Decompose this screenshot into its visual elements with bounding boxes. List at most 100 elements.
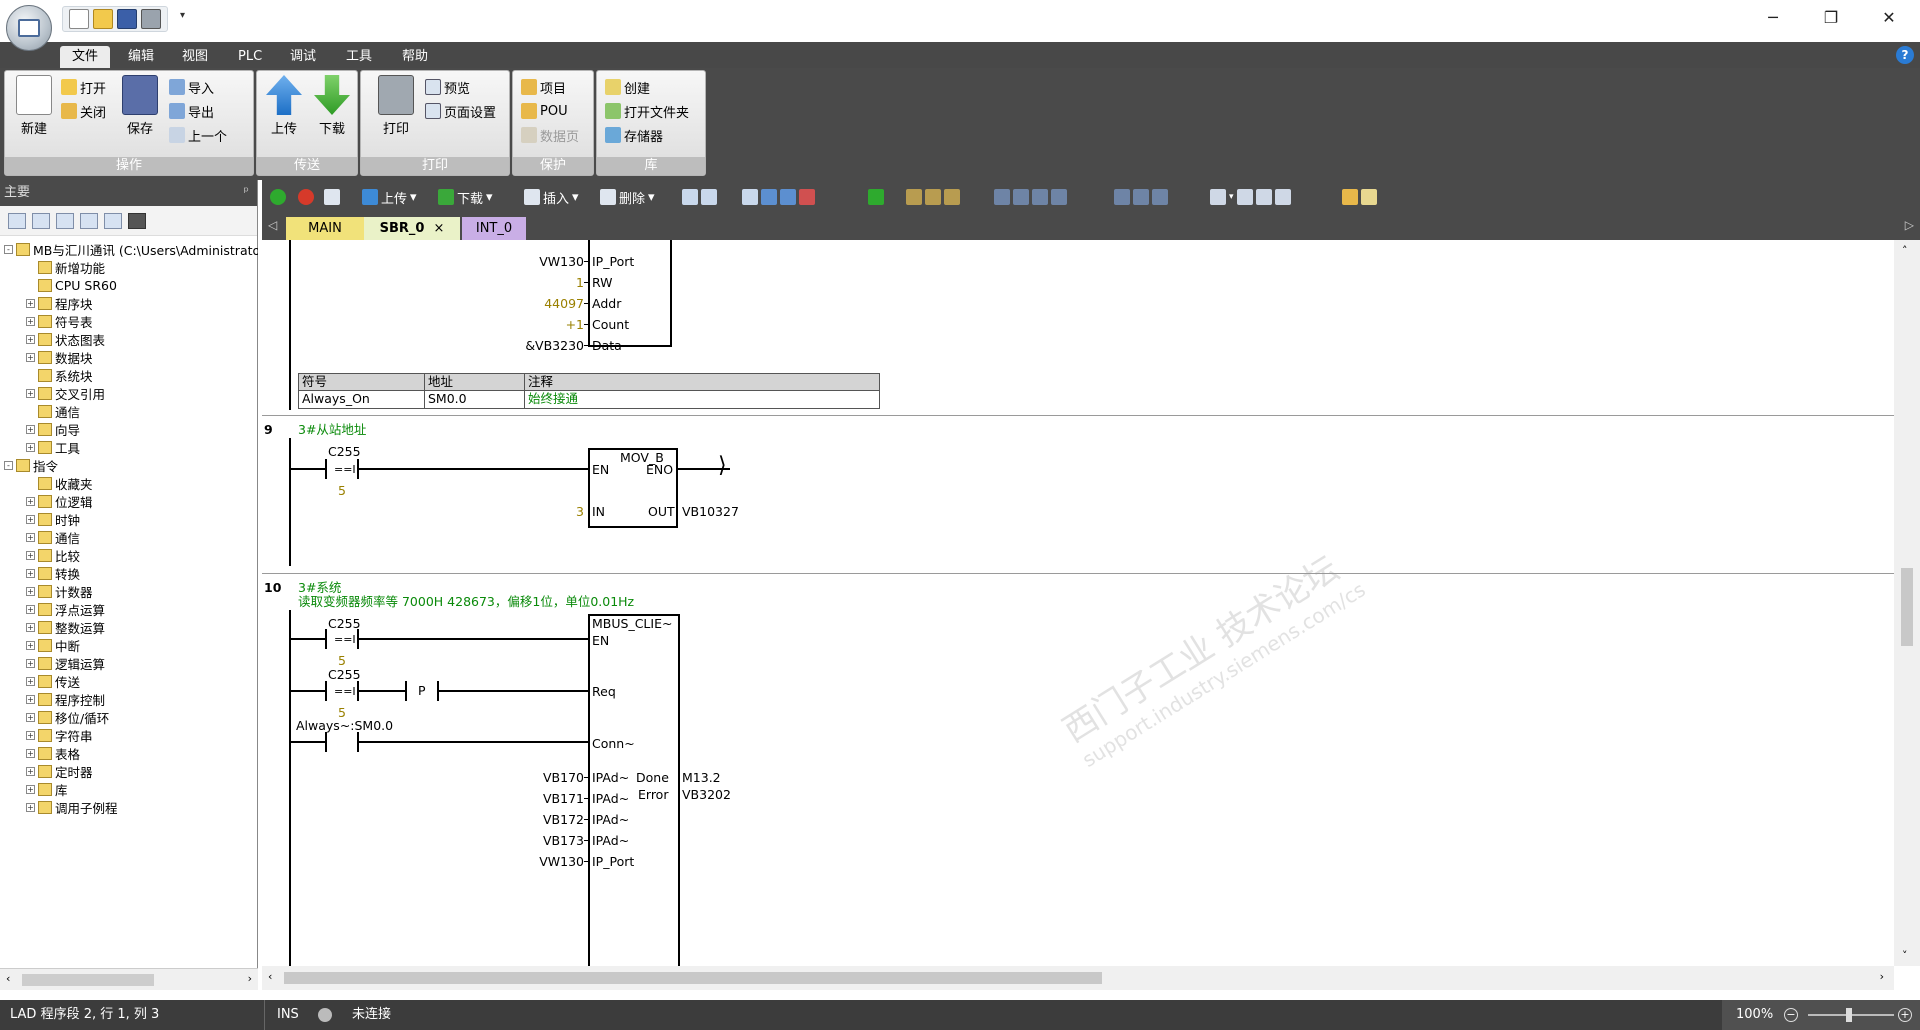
save-icon[interactable] — [117, 9, 137, 29]
horizontal-scrollbar[interactable]: ‹ › — [262, 966, 1894, 990]
tab-main[interactable]: MAIN — [286, 217, 364, 240]
tree-item[interactable]: + 时钟 — [26, 510, 80, 528]
tree-item[interactable]: 新增功能 — [26, 258, 105, 276]
menu-view[interactable]: 视图 — [170, 46, 220, 68]
input-value[interactable]: VB171 — [543, 791, 584, 806]
expand-toggle-icon[interactable]: + — [26, 784, 35, 794]
tree-item[interactable]: + 转换 — [26, 564, 80, 582]
tree-item[interactable]: + 程序控制 — [26, 690, 105, 708]
editor-upload-button[interactable]: 上传 ▾ — [362, 188, 417, 207]
pin-value[interactable]: 1 — [576, 275, 584, 290]
scroll-up-arrow-icon[interactable]: ˄ — [1902, 244, 1908, 257]
input-value[interactable]: VB172 — [543, 812, 584, 827]
menu-edit[interactable]: 编辑 — [116, 46, 166, 68]
network-10-comment[interactable]: 3#系统 — [298, 580, 341, 595]
tree-item[interactable]: - MB与汇川通讯 (C:\Users\Administrato — [4, 240, 258, 258]
tab-sbr0[interactable]: SBR_0 × — [364, 217, 460, 240]
tree-item[interactable]: + 计数器 — [26, 582, 93, 600]
expand-toggle-icon[interactable]: + — [26, 586, 35, 596]
minimize-button[interactable]: ─ — [1744, 0, 1802, 34]
view-icon-5[interactable] — [104, 212, 122, 229]
tree-item[interactable]: 通信 — [26, 402, 80, 420]
view-icon-3[interactable] — [56, 212, 74, 229]
tree-item[interactable]: 系统块 — [26, 366, 93, 384]
goto-button[interactable] — [868, 188, 884, 206]
tree-item[interactable]: + 字符串 — [26, 726, 93, 744]
tree-item[interactable]: - 指令 — [4, 456, 58, 474]
expand-toggle-icon[interactable]: + — [26, 442, 35, 452]
tree-item[interactable]: + 表格 — [26, 744, 80, 762]
out-value[interactable]: VB10327 — [682, 504, 739, 519]
expand-toggle-icon[interactable]: + — [26, 514, 35, 524]
compare-value[interactable]: 5 — [338, 653, 346, 668]
expand-toggle-icon[interactable]: - — [4, 460, 13, 470]
expand-toggle-icon[interactable]: - — [4, 244, 13, 254]
view-icon-4[interactable] — [80, 212, 98, 229]
compile-button[interactable] — [324, 188, 340, 206]
delete-button[interactable]: 删除 ▾ — [600, 188, 655, 207]
positive-edge-contact[interactable]: P — [418, 683, 426, 698]
tree-item[interactable]: + 工具 — [26, 438, 80, 456]
tab-close-icon[interactable]: × — [433, 221, 444, 236]
pin-value[interactable]: VW130 — [539, 254, 584, 269]
page-setup-button[interactable]: 页面设置 — [425, 101, 496, 121]
tree-item[interactable]: 收藏夹 — [26, 474, 93, 492]
run-button[interactable] — [270, 188, 286, 206]
restore-button[interactable]: ❐ — [1802, 0, 1860, 34]
tree-item[interactable]: + 向导 — [26, 420, 80, 438]
new-button[interactable]: 新建 — [11, 75, 57, 137]
in-value[interactable]: 3 — [576, 504, 584, 519]
network-9-comment[interactable]: 3#从站地址 — [298, 422, 366, 437]
menu-tools[interactable]: 工具 — [334, 46, 384, 68]
protect-datapage-button[interactable]: 数据页 — [521, 125, 579, 145]
toolbar-icon-group-3[interactable] — [906, 188, 960, 206]
horizontal-scroll-thumb[interactable] — [284, 972, 1102, 984]
previous-button[interactable]: 上一个 — [169, 125, 227, 145]
toolbar-icon-group-2[interactable] — [742, 188, 815, 206]
contact-3-address[interactable]: Always~:SM0.0 — [296, 718, 393, 733]
expand-toggle-icon[interactable]: + — [26, 676, 35, 686]
upload-button[interactable]: 上传 — [261, 75, 307, 137]
zoom-slider-thumb[interactable] — [1846, 1008, 1852, 1022]
stop-button[interactable] — [298, 188, 314, 206]
download-button[interactable]: 下载 — [309, 75, 355, 137]
compare-value[interactable]: 5 — [338, 483, 346, 498]
toolbar-icon-group-6[interactable]: ▾ — [1210, 188, 1291, 206]
expand-toggle-icon[interactable]: + — [26, 640, 35, 650]
application-menu-button[interactable] — [6, 5, 52, 51]
open-folder-icon[interactable] — [93, 9, 113, 29]
pin-value[interactable]: &VB3230 — [525, 338, 584, 353]
vertical-scroll-thumb[interactable] — [1901, 568, 1913, 646]
zoom-out-icon[interactable]: − — [1784, 1008, 1798, 1022]
tabs-scroll-left-icon[interactable]: ◁ — [268, 218, 277, 232]
tree-item[interactable]: + 数据块 — [26, 348, 93, 366]
import-button[interactable]: 导入 — [169, 77, 214, 97]
pin-value[interactable]: 44097 — [544, 296, 584, 311]
tree-item[interactable]: + 通信 — [26, 528, 80, 546]
preview-button[interactable]: 预览 — [425, 77, 470, 97]
contact-2-address[interactable]: C255 — [328, 667, 361, 682]
expand-toggle-icon[interactable]: + — [26, 694, 35, 704]
view-icon-1[interactable] — [8, 212, 26, 229]
scroll-right-arrow-icon[interactable]: › — [248, 972, 252, 985]
toolbar-icon-group-4[interactable] — [994, 188, 1067, 206]
tree-item[interactable]: + 程序块 — [26, 294, 93, 312]
new-file-icon[interactable] — [69, 9, 89, 29]
save-button[interactable]: 保存 — [117, 75, 163, 137]
insert-button[interactable]: 插入 ▾ — [524, 188, 579, 207]
tree-item[interactable]: + 移位/循环 — [26, 708, 109, 726]
create-library-button[interactable]: 创建 — [605, 77, 650, 97]
close-button[interactable]: ✕ — [1860, 0, 1918, 34]
expand-toggle-icon[interactable]: + — [26, 568, 35, 578]
expand-toggle-icon[interactable]: + — [26, 316, 35, 326]
tree-item[interactable]: + 调用子例程 — [26, 798, 118, 816]
expand-toggle-icon[interactable]: + — [26, 712, 35, 722]
print-button[interactable]: 打印 — [373, 75, 419, 137]
print-icon[interactable] — [141, 9, 161, 29]
scroll-thumb[interactable] — [22, 974, 154, 986]
contact-address[interactable]: C255 — [328, 444, 361, 459]
expand-toggle-icon[interactable]: + — [26, 352, 35, 362]
expand-toggle-icon[interactable]: + — [26, 748, 35, 758]
input-value[interactable]: VB170 — [543, 770, 584, 785]
pin-icon[interactable]: ᵖ — [243, 180, 249, 206]
